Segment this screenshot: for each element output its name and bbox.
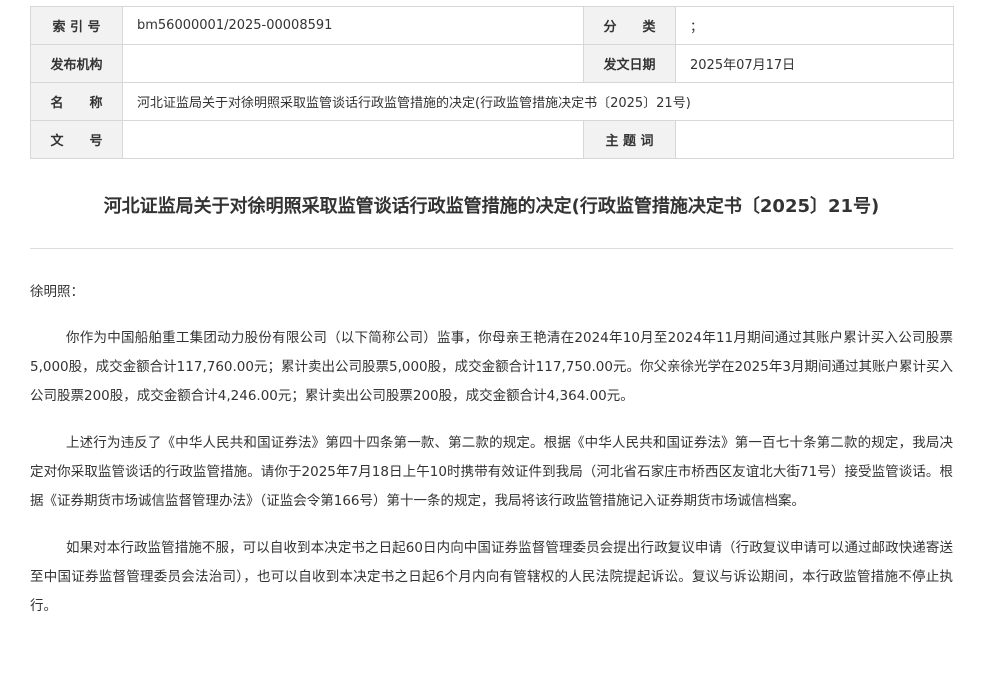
doc-name-value: 河北证监局关于对徐明照采取监管谈话行政监管措施的决定(行政监管措施决定书〔202… [122,82,954,121]
doc-number-label: 文 号 [30,120,123,159]
meta-row-index: 索 引 号 bm56000001/2025-00008591 分 类 ； [30,6,954,45]
index-number-label: 索 引 号 [30,6,123,45]
keywords-value [675,120,954,159]
issue-date-value: 2025年07月17日 [675,44,954,83]
body-paragraph-2: 上述行为违反了《中华人民共和国证券法》第四十四条第一款、第二款的规定。根据《中华… [30,435,953,509]
issue-date-label: 发文日期 [583,44,676,83]
meta-row-docno: 文 号 主 题 词 [30,120,954,159]
body-paragraph-3: 如果对本行政监管措施不服，可以自收到本决定书之日起60日内向中国证券监督管理委员… [30,540,953,614]
salutation: 徐明照： [30,284,84,300]
index-number-value: bm56000001/2025-00008591 [122,6,584,45]
keywords-label: 主 题 词 [583,120,676,159]
doc-name-label: 名 称 [30,82,123,121]
category-value: ； [675,6,954,45]
document-body: 徐明照： 你作为中国船舶重工集团动力股份有限公司（以下简称公司）监事，你母亲王艳… [30,278,953,621]
document-metadata-table: 索 引 号 bm56000001/2025-00008591 分 类 ； 发布机… [30,6,954,159]
body-paragraph-1: 你作为中国船舶重工集团动力股份有限公司（以下简称公司）监事，你母亲王艳清在202… [30,330,953,404]
doc-number-value [122,120,584,159]
meta-row-issuer: 发布机构 发文日期 2025年07月17日 [30,44,954,83]
category-label: 分 类 [583,6,676,45]
issuer-label: 发布机构 [30,44,123,83]
document-title: 河北证监局关于对徐明照采取监管谈话行政监管措施的决定(行政监管措施决定书〔202… [103,196,880,217]
issuer-value [122,44,584,83]
meta-row-name: 名 称 河北证监局关于对徐明照采取监管谈话行政监管措施的决定(行政监管措施决定书… [30,82,954,121]
title-divider [30,248,953,249]
